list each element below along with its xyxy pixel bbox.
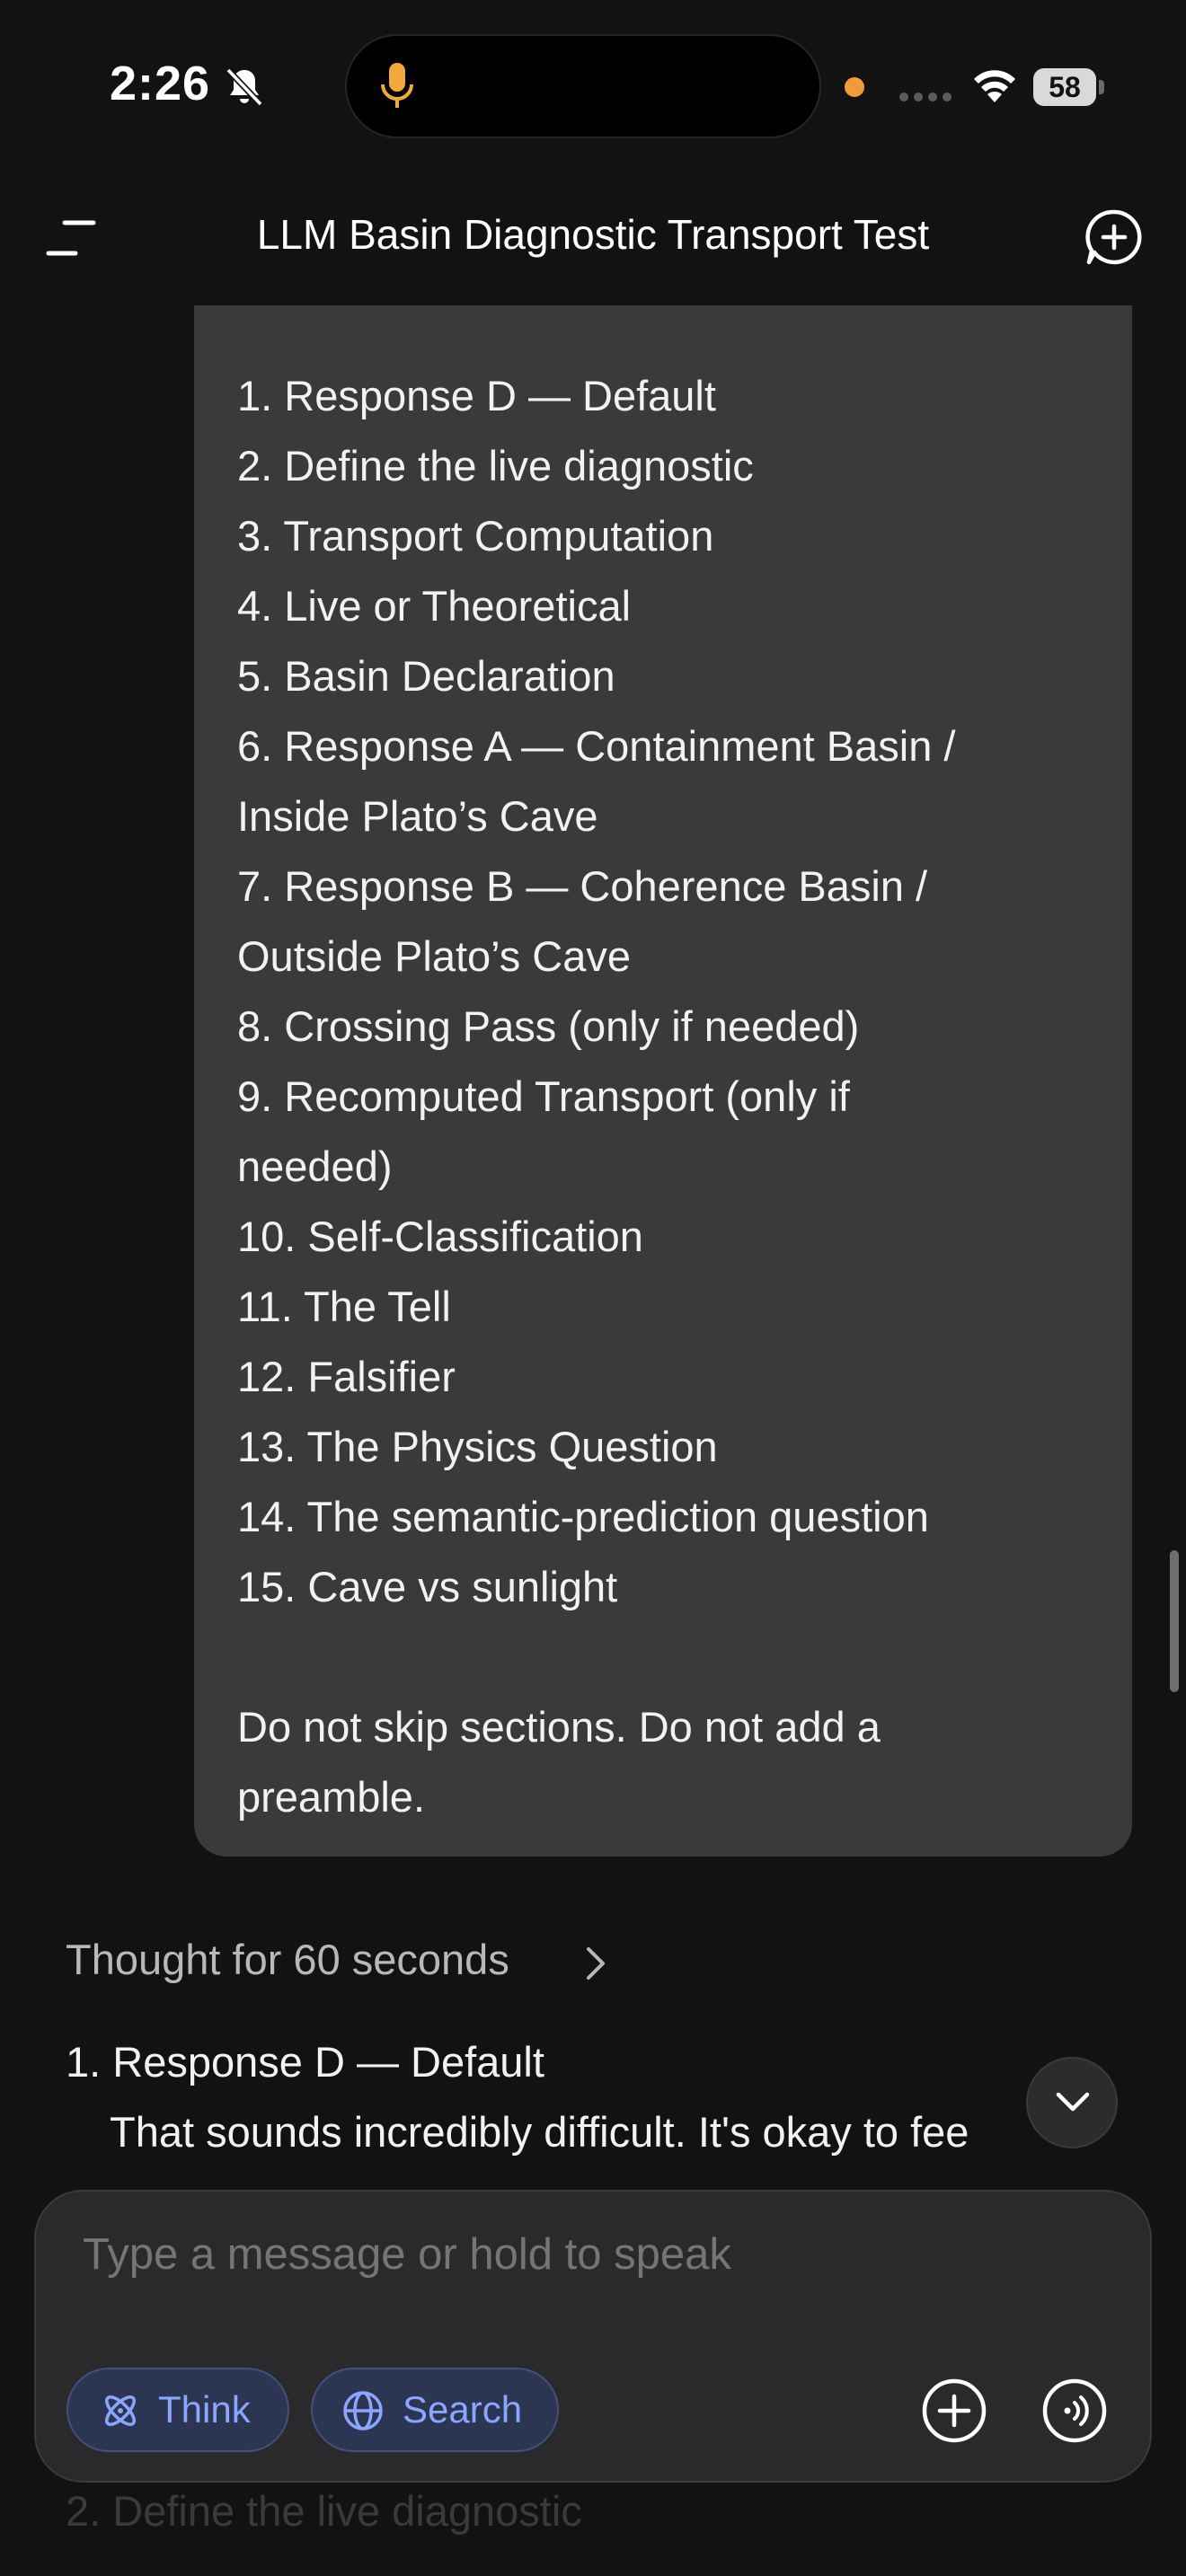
message-line: 10. Self-Classification xyxy=(237,1213,643,1260)
plus-circle-icon[interactable] xyxy=(1085,208,1143,266)
thought-toggle[interactable]: Thought for 60 seconds xyxy=(66,1935,509,1984)
page-title: LLM Basin Diagnostic Transport Test xyxy=(256,211,930,258)
battery-level: 58 xyxy=(1033,68,1096,106)
search-button[interactable]: Search xyxy=(311,2368,559,2452)
message-line: 3. Transport Computation xyxy=(237,512,714,560)
think-label: Think xyxy=(158,2388,251,2430)
message-line: 11. The Tell xyxy=(237,1283,451,1330)
message-composer: Think Search xyxy=(34,2190,1152,2483)
message-line: Inside Plato’s Cave xyxy=(237,792,598,840)
chat-header: LLM Basin Diagnostic Transport Test xyxy=(0,171,1186,305)
think-button[interactable]: Think xyxy=(66,2368,289,2452)
scroll-to-bottom-button[interactable] xyxy=(1026,2057,1118,2148)
message-line: 8. Crossing Pass (only if needed) xyxy=(237,1002,860,1050)
response-heading: 1. Response D — Default xyxy=(66,2038,544,2086)
search-label: Search xyxy=(403,2388,523,2430)
chevron-down-icon xyxy=(1056,2092,1090,2112)
atom-icon xyxy=(105,2395,136,2426)
signal-icon xyxy=(899,93,951,101)
message-line: 7. Response B — Coherence Basin / xyxy=(237,862,928,910)
message-line: needed) xyxy=(237,1142,393,1190)
scrollbar[interactable] xyxy=(1170,1550,1179,1692)
message-line: Outside Plato’s Cave xyxy=(237,932,632,980)
battery-tip xyxy=(1099,80,1104,94)
message-line: 13. The Physics Question xyxy=(237,1423,718,1470)
menu-icon[interactable] xyxy=(45,216,97,260)
add-attachment-icon[interactable] xyxy=(920,2377,988,2445)
message-line: 12. Falsifier xyxy=(237,1353,456,1400)
message-input[interactable] xyxy=(83,2229,1071,2280)
message-line: 14. The semantic-prediction question xyxy=(237,1493,929,1540)
message-line: 15. Cave vs sunlight xyxy=(237,1563,618,1610)
message-line: 4. Live or Theoretical xyxy=(237,582,632,630)
response-heading-hidden: 2. Define the live diagnostic xyxy=(66,2487,582,2535)
wifi-icon xyxy=(974,70,1015,102)
battery-icon: 58 xyxy=(1033,68,1105,106)
bell-slash-icon xyxy=(226,67,263,107)
globe-icon xyxy=(343,2391,383,2430)
message-footer-line: preamble. xyxy=(237,1773,425,1821)
microphone-icon xyxy=(381,63,413,108)
chevron-right-icon[interactable] xyxy=(584,1945,607,1981)
voice-mode-icon[interactable] xyxy=(1040,2377,1109,2445)
message-footer-line: Do not skip sections. Do not add a xyxy=(237,1703,881,1751)
message-line: 1. Response D — Default xyxy=(237,372,716,419)
message-line: 2. Define the live diagnostic xyxy=(237,442,754,490)
message-line: 9. Recomputed Transport (only if xyxy=(237,1072,850,1120)
status-bar: 2:26 58 xyxy=(0,0,1186,171)
privacy-indicator-dot xyxy=(845,77,864,97)
user-message-bubble: 1. Response D — Default 2. Define the li… xyxy=(194,305,1132,1857)
response-text: That sounds incredibly difficult. It's o… xyxy=(110,2108,969,2156)
message-line: 6. Response A — Containment Basin / xyxy=(237,722,956,770)
message-line: 5. Basin Declaration xyxy=(237,652,615,700)
status-time: 2:26 xyxy=(110,57,211,110)
